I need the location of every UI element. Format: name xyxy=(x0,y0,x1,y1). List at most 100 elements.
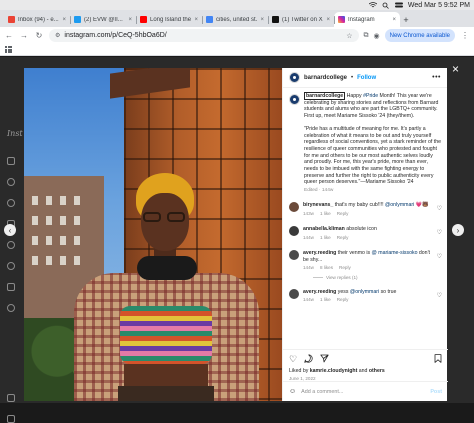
comment-username[interactable]: avery.reeding xyxy=(303,250,336,256)
tab-close-icon[interactable]: × xyxy=(260,17,264,23)
pride-hashtag[interactable]: #Pride xyxy=(363,93,378,99)
comment-like-heart-icon[interactable]: ♡ xyxy=(437,292,442,299)
forward-icon[interactable]: → xyxy=(19,31,29,40)
comment-reply-button[interactable]: Reply xyxy=(337,211,349,218)
comment-mention[interactable]: @ mariame-sissoko xyxy=(372,250,418,256)
liked-by-line: Liked by kamrie.cloudynight and others xyxy=(289,368,442,374)
browser-tab[interactable]: Inbox (94) - e... × xyxy=(4,12,70,27)
comment-likes[interactable]: 1 like xyxy=(320,235,331,242)
menubar-status-area: Wed Mar 5 9:52 PM xyxy=(368,0,470,10)
bookmark-star-icon[interactable]: ☆ xyxy=(346,32,352,40)
share-icon[interactable] xyxy=(320,354,329,365)
extensions-icon[interactable]: ⧉ xyxy=(364,32,369,40)
previous-post-icon[interactable]: ‹ xyxy=(4,224,16,236)
commenter-avatar[interactable] xyxy=(289,250,299,261)
comment-mention[interactable]: @onlymmari xyxy=(350,289,379,295)
comment-age: 144w xyxy=(303,297,314,303)
browser-tab[interactable]: (2) EVW @II... × xyxy=(70,12,136,27)
caption-quote: "Pride has a multitude of meaning for me… xyxy=(304,125,441,186)
comment-body: birynevans_ that's my baby cub!!!! @only… xyxy=(303,202,442,217)
comment-reply-button[interactable]: Reply xyxy=(337,235,349,242)
new-tab-icon[interactable]: + xyxy=(400,12,412,27)
post-comment-button[interactable]: Post xyxy=(430,389,442,395)
caption-avatar[interactable] xyxy=(289,94,300,105)
tab-title: Inbox (94) - e... xyxy=(18,16,59,23)
comment-body: annabella.kliman absolute icon 144w 1 li… xyxy=(303,226,442,241)
next-post-icon[interactable]: › xyxy=(452,224,464,236)
chrome-menu-icon[interactable]: ⋮ xyxy=(460,31,470,40)
photo-glasses xyxy=(141,212,189,222)
comment: birynevans_ that's my baby cub!!!! @only… xyxy=(289,202,442,217)
post-side-panel: barnardcollege • Follow ••• barnardcolle… xyxy=(282,68,448,401)
emoji-icon[interactable]: ☺ xyxy=(289,388,296,395)
bookmarks-bar xyxy=(0,44,474,56)
instagram-logo[interactable]: Inst xyxy=(7,129,23,138)
back-icon[interactable]: ← xyxy=(4,31,14,40)
commenter-avatar[interactable] xyxy=(289,288,299,299)
address-bar[interactable]: ⚙ instagram.com/p/CeQ-5hbOa6D/ ☆ xyxy=(49,29,359,42)
tab-close-icon[interactable]: × xyxy=(62,17,66,23)
tab-close-icon[interactable]: × xyxy=(392,17,396,23)
notifications-icon[interactable] xyxy=(7,262,15,270)
tab-close-icon[interactable]: × xyxy=(128,17,132,23)
comment-username[interactable]: annabella.kliman xyxy=(303,226,345,232)
comment-like-heart-icon[interactable]: ♡ xyxy=(437,229,442,236)
create-icon[interactable] xyxy=(7,283,15,291)
explore-icon[interactable] xyxy=(7,199,15,207)
messages-icon[interactable] xyxy=(7,241,15,249)
comment-likes[interactable]: 1 like xyxy=(320,211,331,218)
comment-bubble-icon[interactable] xyxy=(304,354,313,365)
photo-headphones xyxy=(137,256,197,280)
menubar-datetime[interactable]: Wed Mar 5 9:52 PM xyxy=(408,2,470,9)
profile-avatar-icon[interactable] xyxy=(7,304,15,312)
threads-icon[interactable] xyxy=(7,394,15,402)
comment: annabella.kliman absolute icon 144w 1 li… xyxy=(289,226,442,241)
tab-close-icon[interactable]: × xyxy=(194,17,198,23)
comment-like-heart-icon[interactable]: ♡ xyxy=(437,205,442,212)
comments-thread[interactable]: barnardcollege Happy #Pride Month! This … xyxy=(283,89,448,349)
like-heart-icon[interactable]: ♡ xyxy=(289,354,297,365)
browser-tab[interactable]: (1) Twitter on X... × xyxy=(268,12,334,27)
add-comment-bar: ☺ Add a comment... Post xyxy=(283,381,448,401)
account-username[interactable]: barnardcollege xyxy=(304,75,347,81)
comment-username[interactable]: avery.reeding xyxy=(303,289,336,295)
wifi-icon[interactable] xyxy=(368,2,378,8)
search-icon[interactable] xyxy=(7,178,15,186)
tab-close-icon[interactable]: × xyxy=(326,17,330,23)
comment-body: avery.reeding yess @onlymmari so true 14… xyxy=(303,289,442,304)
save-bookmark-icon[interactable] xyxy=(434,354,442,365)
account-avatar[interactable] xyxy=(289,72,300,83)
comment-input[interactable]: Add a comment... xyxy=(301,389,343,395)
browser-toolbar: ← → ↻ ⚙ instagram.com/p/CeQ-5hbOa6D/ ☆ ⧉… xyxy=(0,27,474,44)
follow-button[interactable]: Follow xyxy=(357,75,376,81)
comment-likes[interactable]: 1 like xyxy=(320,297,331,304)
browser-tab[interactable]: Long Island the... × xyxy=(136,12,202,27)
reload-icon[interactable]: ↻ xyxy=(34,31,44,40)
comment-mention[interactable]: @onlymmari xyxy=(385,202,414,208)
commenter-avatar[interactable] xyxy=(289,226,299,237)
liked-by-user[interactable]: kamrie.cloudynight xyxy=(310,368,358,374)
comment-like-heart-icon[interactable]: ♡ xyxy=(437,253,442,260)
commenter-avatar[interactable] xyxy=(289,202,299,213)
close-modal-icon[interactable]: × xyxy=(452,62,459,76)
browser-tab[interactable]: cities, united st... × xyxy=(202,12,268,27)
more-options-icon[interactable]: ••• xyxy=(432,74,441,81)
control-center-icon[interactable] xyxy=(394,2,403,8)
profile-icon[interactable]: ◉ xyxy=(374,32,380,40)
comment-likes[interactable]: 8 likes xyxy=(320,265,333,272)
post-photo[interactable] xyxy=(24,68,282,401)
browser-tab-active[interactable]: Instagram × xyxy=(334,12,400,27)
liked-by-others[interactable]: others xyxy=(369,368,385,374)
search-icon[interactable] xyxy=(382,2,390,9)
comment-username[interactable]: birynevans_ xyxy=(303,202,333,208)
view-replies-button[interactable]: View replies (1) xyxy=(313,275,442,280)
comment-reply-button[interactable]: Reply xyxy=(339,265,351,272)
comment-meta: 144w 1 like Reply xyxy=(303,235,430,242)
apps-grid-icon[interactable] xyxy=(5,46,12,53)
site-info-icon[interactable]: ⚙ xyxy=(55,32,60,39)
home-icon[interactable] xyxy=(7,157,15,165)
comment-meta: 144w 8 likes Reply xyxy=(303,265,430,272)
comment-reply-button[interactable]: Reply xyxy=(337,297,349,304)
more-menu-icon[interactable] xyxy=(7,415,15,423)
new-chrome-available-button[interactable]: New Chrome available xyxy=(384,29,455,42)
